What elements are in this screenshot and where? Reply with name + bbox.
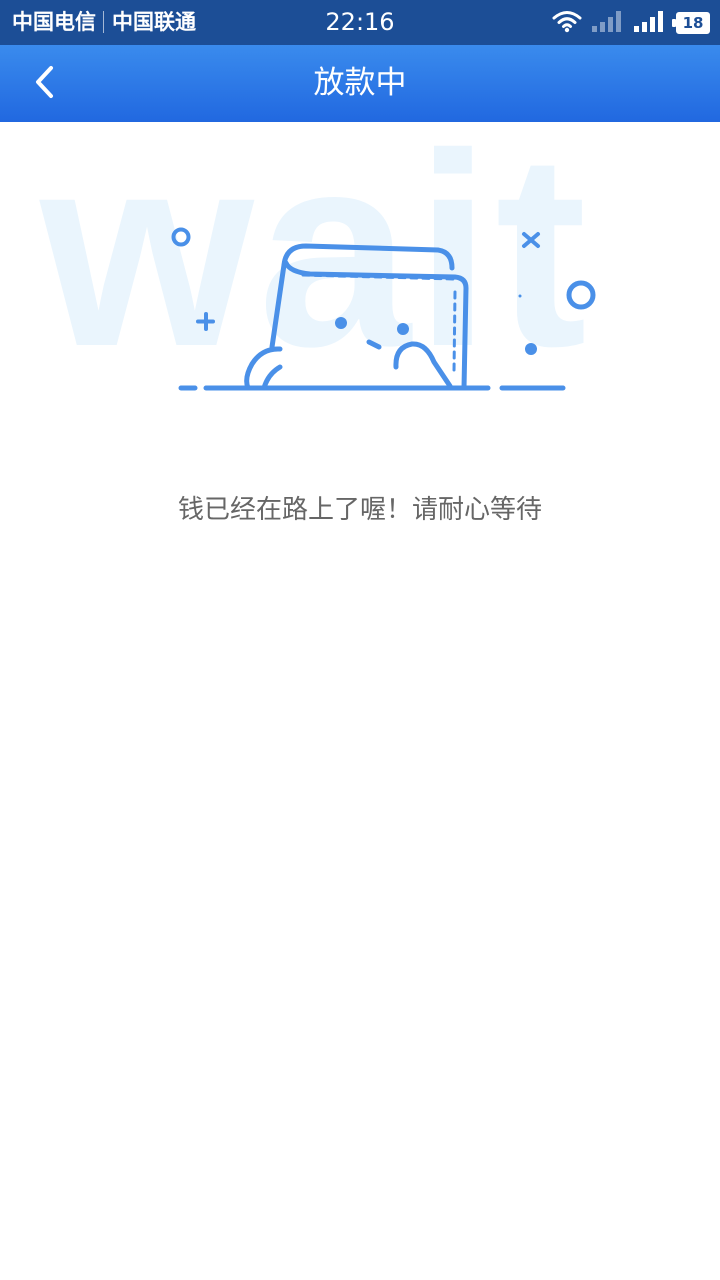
status-icons: 18 [552,8,710,38]
battery-level: 18 [682,14,704,32]
carrier-1-label: 中国电信 [12,10,96,34]
signal-icon [634,10,666,36]
status-bar: 中国电信 中国联通 22:16 18 [0,0,720,45]
carrier-info: 中国电信 中国联通 [12,8,196,36]
battery-cap [672,19,676,27]
status-message: 钱已经在路上了喔！请耐心等待 [177,495,542,525]
battery-icon: 18 [672,12,710,34]
wallet-character-illustration [171,227,596,391]
carrier-divider [103,11,104,33]
signal-icon [592,10,624,36]
waiting-illustration: wait [0,113,720,422]
carrier-2-label: 中国联通 [112,10,196,34]
wifi-icon [552,9,582,37]
